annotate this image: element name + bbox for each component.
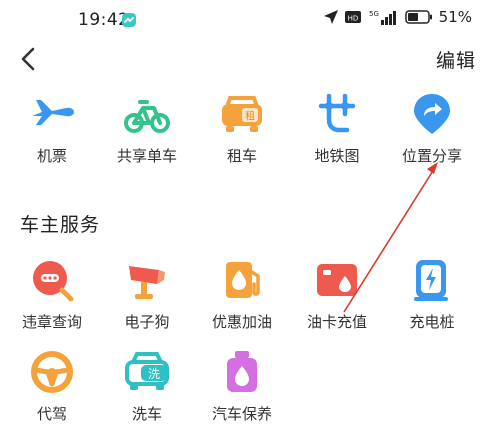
battery-icon xyxy=(404,10,432,24)
service-item-violation-search[interactable]: 违章查询 xyxy=(4,256,100,332)
quick-item-shared-bike[interactable]: 共享单车 xyxy=(99,90,195,166)
speed-camera-icon xyxy=(129,266,165,299)
service-item-fuel-card-recharge[interactable]: 油卡充值 xyxy=(289,256,385,332)
service-item-designated-driver[interactable]: 代驾 xyxy=(4,348,100,424)
violation-search-icon xyxy=(33,261,74,302)
back-button[interactable] xyxy=(14,44,44,74)
quick-item-label: 机票 xyxy=(36,147,67,165)
hd-icon: HD xyxy=(344,11,361,23)
service-item-speed-camera[interactable]: 电子狗 xyxy=(99,256,195,332)
quick-item-label: 租车 xyxy=(226,147,257,165)
location-arrow-icon xyxy=(323,10,338,24)
metro-map-icon xyxy=(318,93,356,133)
service-item-car-maintenance[interactable]: 汽车保养 xyxy=(194,348,290,424)
chevron-left-icon xyxy=(21,47,35,71)
service-item-label: 优惠加油 xyxy=(211,313,272,331)
svg-text:5G: 5G xyxy=(369,10,379,18)
signal-5g-icon: 5G xyxy=(369,10,396,25)
notification-icon xyxy=(122,13,136,27)
service-item-charging-pile[interactable]: 充电桩 xyxy=(384,256,480,332)
fuel-discount-icon xyxy=(226,262,260,298)
charging-pile-icon xyxy=(414,260,448,301)
quick-item-label: 共享单车 xyxy=(116,147,177,165)
svg-text:HD: HD xyxy=(347,15,358,23)
quick-item-flights[interactable]: 机票 xyxy=(4,90,100,166)
service-item-fuel-discount[interactable]: 优惠加油 xyxy=(194,256,290,332)
battery-percent: 51% xyxy=(438,8,472,26)
quick-item-label: 地铁图 xyxy=(314,147,360,165)
quick-item-car-rental[interactable]: 租 租车 xyxy=(194,90,290,166)
steering-wheel-icon xyxy=(31,351,73,393)
service-item-label: 汽车保养 xyxy=(211,405,272,423)
service-item-label: 代驾 xyxy=(36,405,67,423)
bicycle-icon xyxy=(124,100,170,133)
car-wash-icon-text: 洗 xyxy=(148,367,160,381)
quick-item-location-share[interactable]: 位置分享 xyxy=(384,90,480,166)
status-bar: 19:42 HD 5G 51% xyxy=(0,0,494,40)
fuel-card-recharge-icon xyxy=(317,264,357,296)
service-item-label: 油卡充值 xyxy=(306,313,367,331)
service-item-label: 电子狗 xyxy=(124,313,170,331)
car-wash-icon: 洗 xyxy=(125,352,169,390)
edit-button[interactable]: 编辑 xyxy=(436,46,476,73)
quick-item-metro-map[interactable]: 地铁图 xyxy=(289,90,385,166)
svg-text:租: 租 xyxy=(245,110,255,123)
service-item-label: 充电桩 xyxy=(409,313,455,331)
section-title-car-services: 车主服务 xyxy=(20,214,101,236)
service-item-car-wash[interactable]: 洗 洗车 xyxy=(99,348,195,424)
car-rental-icon: 租 xyxy=(222,96,262,132)
airplane-icon xyxy=(32,100,74,125)
status-indicators: HD 5G 51% xyxy=(323,8,472,26)
quick-item-label: 位置分享 xyxy=(401,147,462,165)
service-item-label: 违章查询 xyxy=(21,313,82,331)
location-share-icon xyxy=(414,94,450,134)
engine-oil-icon xyxy=(227,351,257,392)
service-item-label: 洗车 xyxy=(131,405,162,423)
